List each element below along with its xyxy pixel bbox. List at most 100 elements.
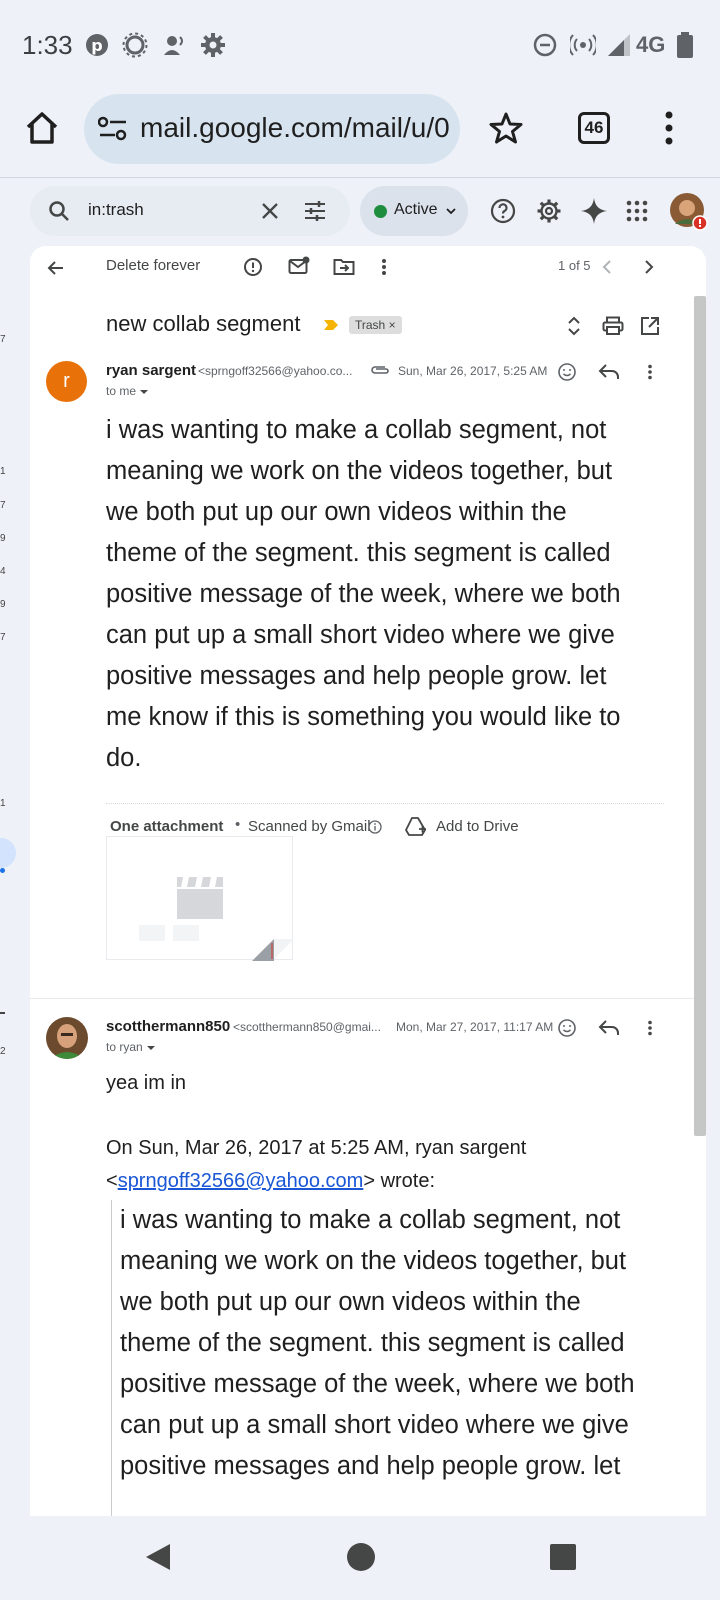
body-line: i was wanting to make a collab segment, …: [106, 416, 607, 444]
tab-switcher-button[interactable]: 46: [578, 112, 610, 144]
sender-name[interactable]: scotthermann850: [106, 1018, 230, 1035]
pinterest-icon: p: [84, 32, 110, 58]
edge-count: 9: [0, 533, 6, 544]
back-arrow-icon[interactable]: [46, 258, 66, 278]
body-line: do.: [106, 744, 142, 772]
search-icon[interactable]: [48, 200, 70, 222]
edge-count: 7: [0, 632, 6, 643]
body-line: me know if this is something you would l…: [106, 703, 621, 731]
system-nav-bar: [0, 1516, 720, 1600]
recipient-dropdown-icon[interactable]: [146, 1044, 156, 1052]
body-line: can put up a small short video where we …: [106, 621, 615, 649]
scanned-label: Scanned by Gmail: [248, 818, 371, 835]
add-to-drive-icon[interactable]: [404, 816, 428, 836]
message-divider: [30, 998, 706, 999]
more-menu-icon[interactable]: [664, 110, 674, 146]
message-more-icon[interactable]: [647, 1020, 653, 1036]
expand-all-icon[interactable]: [566, 314, 582, 338]
quote-line: can put up a small short video where we …: [120, 1411, 629, 1439]
open-new-window-icon[interactable]: [640, 316, 660, 336]
nav-recents-icon[interactable]: [549, 1543, 577, 1571]
quote-intro: On Sun, Mar 26, 2017 at 5:25 AM, ryan sa…: [106, 1137, 527, 1159]
video-file-icon: [177, 877, 223, 919]
home-icon[interactable]: [22, 108, 62, 148]
recipient-summary[interactable]: to ryan: [106, 1040, 156, 1054]
attachment-count: One attachment: [110, 818, 224, 835]
search-input[interactable]: in:trash: [88, 200, 144, 220]
nav-home-icon[interactable]: [346, 1542, 376, 1572]
edge-count: 2: [0, 1046, 6, 1057]
trash-label-text: Trash: [355, 318, 386, 332]
reply-text: yea im in: [106, 1072, 187, 1094]
svg-text:p: p: [91, 36, 102, 55]
sender-name[interactable]: ryan sargent: [106, 362, 196, 379]
edge-count: 4: [0, 566, 6, 577]
search-options-icon[interactable]: [304, 200, 326, 222]
clear-search-icon[interactable]: [260, 201, 280, 221]
scrollbar-thumb[interactable]: [694, 296, 706, 1136]
importance-marker-icon[interactable]: [323, 318, 339, 332]
report-spam-icon[interactable]: [243, 257, 263, 277]
sender-avatar-photo[interactable]: [46, 1017, 88, 1059]
message-more-icon[interactable]: [647, 364, 653, 380]
attachment-icon: [370, 364, 390, 376]
print-icon[interactable]: [602, 316, 624, 336]
recipient-dropdown-icon[interactable]: [139, 388, 149, 396]
body-line: theme of the segment. this segment is ca…: [106, 539, 611, 567]
edge-count: 9: [0, 599, 6, 610]
email-thread-card: Delete forever 1 of 5 new collab segment…: [30, 246, 706, 1516]
bookmark-star-icon[interactable]: [488, 110, 524, 146]
quote-lt: <: [106, 1170, 118, 1192]
nav-back-icon[interactable]: [144, 1542, 172, 1572]
network-type: 4G: [636, 32, 666, 57]
body-line: we both put up our own videos within the: [106, 498, 567, 526]
url-text: mail.google.com/mail/u/0: [140, 112, 450, 143]
previous-icon[interactable]: [602, 259, 612, 275]
search-bar[interactable]: in:trash: [30, 186, 350, 236]
next-icon[interactable]: [644, 259, 654, 275]
site-info-icon[interactable]: [98, 116, 128, 142]
quoted-email-link[interactable]: sprngoff32566@yahoo.com: [118, 1170, 364, 1192]
bullet-separator: •: [235, 816, 241, 833]
reply-icon[interactable]: [598, 1019, 620, 1037]
settings-gear-icon: [200, 32, 226, 58]
edge-selected-pill: [0, 838, 16, 868]
edge-count: 1: [0, 466, 6, 477]
add-reaction-icon[interactable]: [557, 1018, 577, 1038]
attachment-divider: [106, 803, 664, 804]
attachment-thumbnail[interactable]: [106, 836, 294, 961]
gemini-sparkle-icon[interactable]: [580, 197, 608, 225]
remove-label-icon[interactable]: ×: [389, 318, 396, 332]
dnd-icon: [532, 32, 558, 58]
apps-grid-icon[interactable]: [626, 200, 648, 222]
reply-icon[interactable]: [598, 363, 620, 381]
status-button[interactable]: Active: [360, 186, 468, 236]
quoted-message: i was wanting to make a collab segment, …: [120, 1200, 700, 1487]
mark-unread-icon[interactable]: [288, 256, 310, 276]
thread-subject: new collab segment: [106, 311, 301, 336]
more-actions-icon[interactable]: [381, 258, 387, 276]
clock: 1:33: [22, 30, 73, 60]
add-reaction-icon[interactable]: [557, 362, 577, 382]
address-bar[interactable]: mail.google.com/mail/u/0: [84, 94, 460, 164]
trash-label-chip: Trash ×: [349, 316, 402, 334]
signal-icon: [606, 32, 632, 58]
thumbnail-placeholder: [139, 925, 165, 941]
help-icon[interactable]: [490, 198, 516, 224]
quote-line: positive messages and help people grow. …: [120, 1452, 621, 1480]
move-to-icon[interactable]: [333, 257, 355, 277]
quote-attribution: On Sun, Mar 26, 2017 at 5:25 AM, ryan sa…: [106, 1132, 696, 1198]
add-to-drive-button[interactable]: Add to Drive: [436, 818, 519, 835]
browser-toolbar: mail.google.com/mail/u/0 46: [0, 90, 720, 178]
delete-forever-button[interactable]: Delete forever: [106, 257, 200, 274]
sender-avatar[interactable]: r: [46, 361, 87, 402]
recipient-text: to ryan: [106, 1040, 143, 1054]
battery-icon: [676, 32, 702, 58]
quote-line: theme of the segment. this segment is ca…: [120, 1329, 625, 1357]
account-avatar[interactable]: [670, 193, 708, 231]
recipient-summary[interactable]: to me: [106, 384, 149, 398]
settings-icon[interactable]: [536, 198, 562, 224]
status-label: Active: [394, 201, 438, 218]
edge-count: 7: [0, 334, 6, 345]
info-icon[interactable]: [368, 820, 382, 834]
